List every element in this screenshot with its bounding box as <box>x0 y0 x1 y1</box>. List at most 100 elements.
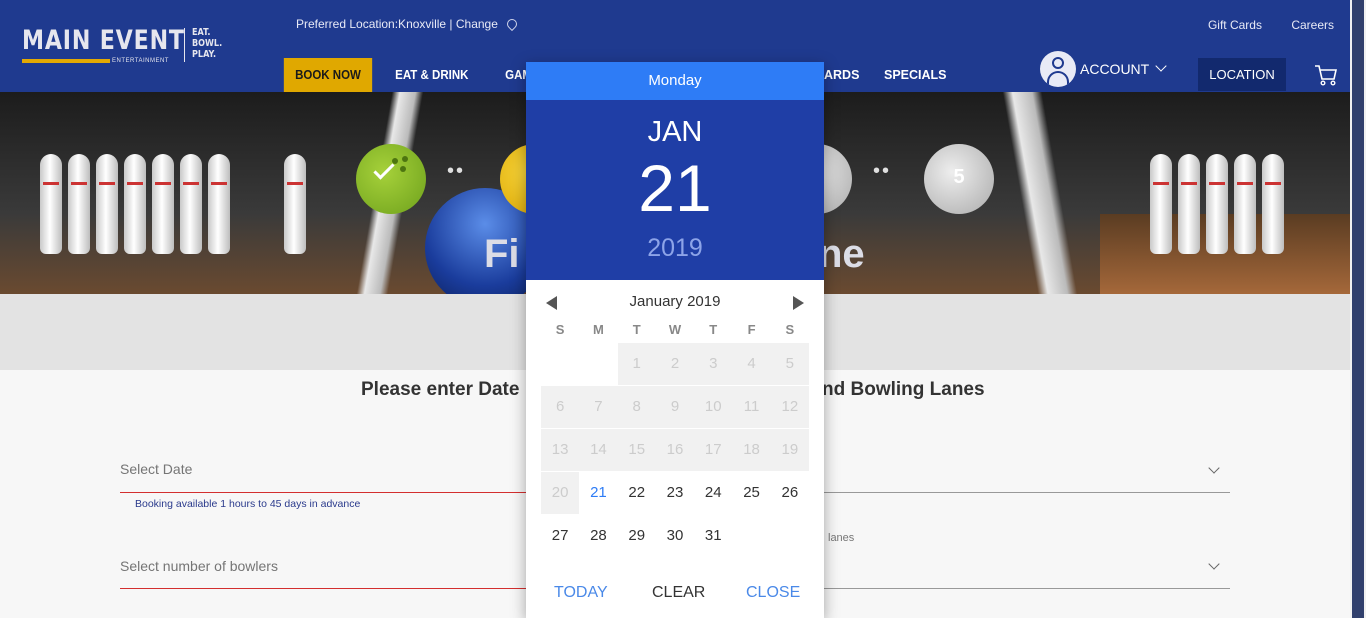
logo-underline <box>22 59 110 63</box>
calendar-day <box>579 343 617 385</box>
calendar-day: 9 <box>655 386 695 428</box>
calendar-day: 20 <box>541 472 580 514</box>
calendar-week: 1 2 3 4 5 <box>541 343 809 386</box>
preferred-location-text[interactable]: Preferred Location:Knoxville | Change <box>296 17 498 31</box>
calendar-day[interactable]: 22 <box>618 472 656 514</box>
calendar-day: 8 <box>617 386 656 428</box>
calendar-day <box>771 515 809 557</box>
bowling-pins-left <box>40 154 230 254</box>
calendar-week: 20 21 22 23 24 25 26 <box>541 472 809 515</box>
calendar-day[interactable]: 23 <box>656 472 694 514</box>
month-year-label: January 2019 <box>629 293 721 310</box>
calendar-day[interactable]: 28 <box>579 515 617 557</box>
close-button[interactable]: CLOSE <box>746 584 800 602</box>
bowling-pin-single <box>284 154 306 254</box>
chevron-down-icon <box>1155 60 1167 72</box>
logo-wordmark: MAIN EVENT <box>22 25 185 56</box>
weekday-header-row: S M T W T F S <box>541 322 809 337</box>
step-5-icon: 5 <box>924 144 994 214</box>
step-connector: •• <box>873 160 892 182</box>
calendar-day: 10 <box>694 386 733 428</box>
user-avatar-icon <box>1040 51 1076 87</box>
nav-specials[interactable]: SPECIALS <box>884 58 947 92</box>
picker-footer: TODAY CLEAR CLOSE <box>526 584 824 608</box>
calendar-day[interactable]: 25 <box>732 472 770 514</box>
select-date-field[interactable]: Select Date <box>120 461 192 477</box>
calendar-day[interactable]: 26 <box>771 472 809 514</box>
instructions-right: nd Bowling Lanes <box>822 379 985 400</box>
location-pin-icon <box>505 16 520 32</box>
calendar-day <box>732 515 770 557</box>
logo-divider <box>184 28 185 62</box>
lanes-help-text: lanes <box>828 532 855 544</box>
calendar-day: 16 <box>655 429 695 471</box>
calendar-week: 6 7 8 9 10 11 12 <box>541 386 809 429</box>
calendar-day: 13 <box>541 429 580 471</box>
picker-day-number: 21 <box>638 151 712 225</box>
scrollbar-thumb[interactable] <box>1352 0 1364 618</box>
calendar-day: 15 <box>617 429 656 471</box>
account-menu[interactable]: ACCOUNT <box>1040 51 1167 87</box>
date-help-text: Booking available 1 hours to 45 days in … <box>135 498 361 510</box>
picker-weekday: Monday <box>526 62 824 100</box>
calendar-day[interactable]: 30 <box>656 515 694 557</box>
calendar-day[interactable]: 29 <box>618 515 656 557</box>
step-1-complete-icon <box>356 144 426 214</box>
calendar-day: 4 <box>732 343 771 385</box>
calendar-day[interactable]: 27 <box>541 515 579 557</box>
calendar-day: 2 <box>655 343 695 385</box>
weekday-header: T <box>632 322 641 337</box>
gift-cards-link[interactable]: Gift Cards <box>1208 18 1262 32</box>
calendar-day: 7 <box>579 386 618 428</box>
instructions-left: Please enter Date <box>361 379 520 400</box>
calendar-day: 19 <box>770 429 809 471</box>
nav-book-now[interactable]: BOOK NOW <box>283 58 373 92</box>
calendar-day: 12 <box>770 386 809 428</box>
calendar-day: 18 <box>732 429 771 471</box>
top-links: Gift Cards Careers <box>1182 18 1334 32</box>
today-button[interactable]: TODAY <box>554 584 608 602</box>
calendar-day: 1 <box>617 343 656 385</box>
step-connector: •• <box>447 160 466 182</box>
weekday-header: T <box>709 322 718 337</box>
calendar-day[interactable]: 24 <box>694 472 732 514</box>
time-field-underline <box>824 492 1230 493</box>
select-bowlers-field[interactable]: Select number of bowlers <box>120 558 278 574</box>
month-navigation: January 2019 <box>526 290 824 316</box>
calendar-day <box>541 343 579 385</box>
main-event-logo[interactable]: MAIN EVENT ENTERTAINMENT EAT. BOWL. PLAY… <box>22 25 222 64</box>
picker-month-short: JAN <box>647 116 703 148</box>
weekday-header: M <box>593 322 604 337</box>
cart-icon[interactable] <box>1314 64 1338 86</box>
weekday-header: F <box>747 322 756 337</box>
bowling-pins-right <box>1150 154 1284 254</box>
picker-selected-date: JAN 21 2019 <box>526 100 824 280</box>
calendar-day: 3 <box>694 343 733 385</box>
account-label: ACCOUNT <box>1080 61 1150 77</box>
careers-link[interactable]: Careers <box>1291 18 1334 32</box>
nav-gift-cards[interactable]: ARDS <box>824 58 859 92</box>
date-field-underline <box>120 492 526 493</box>
weekday-header: S <box>785 322 795 337</box>
next-month-arrow-icon[interactable] <box>793 296 804 310</box>
lanes-field-underline <box>824 588 1230 589</box>
logo-subtitle: ENTERTAINMENT <box>112 58 169 64</box>
nav-eat-drink[interactable]: EAT & DRINK <box>380 58 483 92</box>
calendar-week: 27 28 29 30 31 <box>541 515 809 558</box>
preferred-location[interactable]: Preferred Location:Knoxville | Change <box>296 16 520 32</box>
picker-year[interactable]: 2019 <box>526 234 824 263</box>
calendar-day: 14 <box>579 429 618 471</box>
bowlers-field-underline <box>120 588 526 589</box>
logo-tagline: EAT. BOWL. PLAY. <box>192 27 223 60</box>
main-nav: BOOK NOW EAT & DRINK GAM <box>280 58 549 92</box>
calendar-day[interactable]: 21 <box>579 472 617 514</box>
calendar-day: 5 <box>770 343 809 385</box>
calendar-day[interactable]: 31 <box>694 515 732 557</box>
calendar-day: 11 <box>732 386 771 428</box>
weekday-header: S <box>555 322 565 337</box>
calendar-day: 6 <box>541 386 580 428</box>
clear-button[interactable]: CLEAR <box>652 584 705 602</box>
weekday-header: W <box>668 322 682 337</box>
calendar-grid: 1 2 3 4 5 6 7 8 9 10 11 12 13 14 15 16 1… <box>541 343 809 558</box>
location-button[interactable]: LOCATION <box>1198 58 1286 91</box>
